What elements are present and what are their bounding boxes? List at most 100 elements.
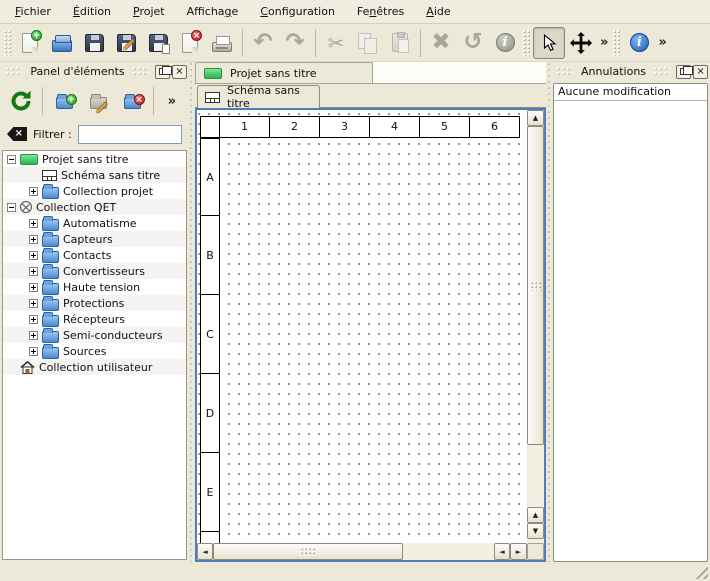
move-mode-button[interactable] xyxy=(565,27,597,59)
copy-button[interactable] xyxy=(352,27,384,59)
menu-configuration[interactable]: Configuration xyxy=(249,1,346,22)
dock-close-button[interactable]: × xyxy=(172,65,187,79)
paste-button[interactable] xyxy=(384,27,416,59)
select-mode-button[interactable] xyxy=(533,27,565,59)
menu-fichier[interactable]: Fichier xyxy=(4,1,62,22)
horizontal-scrollbar-thumb[interactable] xyxy=(213,543,403,560)
dock-float-button[interactable] xyxy=(676,65,691,79)
save-all-button[interactable] xyxy=(142,27,174,59)
tree-item-schema-sans-titre[interactable]: Schéma sans titre xyxy=(3,167,186,183)
open-document-button[interactable] xyxy=(46,27,78,59)
tree-item-recepteurs[interactable]: Récepteurs xyxy=(3,311,186,327)
save-as-button[interactable] xyxy=(110,27,142,59)
dock-splitter[interactable] xyxy=(546,62,553,562)
tree-item-projet-sans-titre[interactable]: Projet sans titre xyxy=(3,151,186,167)
tree-item-collection-projet[interactable]: Collection projet xyxy=(3,183,186,199)
diagram-grid-area[interactable]: 1 2 3 4 5 6 A B C D E xyxy=(197,110,527,543)
clear-filter-button[interactable]: × xyxy=(7,127,27,141)
undo-button[interactable]: ↶ xyxy=(247,27,279,59)
dock-splitter[interactable] xyxy=(188,62,195,562)
save-button[interactable] xyxy=(78,27,110,59)
tree-item-automatisme[interactable]: Automatisme xyxy=(3,215,186,231)
column-header: 6 xyxy=(470,117,519,137)
scroll-up-button[interactable]: ▲ xyxy=(527,507,544,523)
home-icon xyxy=(20,361,35,374)
toolbar-overflow-button[interactable]: » xyxy=(597,35,611,50)
delete-selection-button[interactable]: ✖ xyxy=(425,27,457,59)
toolbar-drag-handle[interactable] xyxy=(613,30,621,56)
expand-icon[interactable] xyxy=(29,283,38,292)
expand-icon[interactable] xyxy=(29,219,38,228)
rotate-selection-button[interactable]: ↺ xyxy=(457,27,489,59)
expand-icon[interactable] xyxy=(29,235,38,244)
tree-item-sources[interactable]: Sources xyxy=(3,343,186,359)
dock-close-button[interactable]: × xyxy=(693,65,708,79)
toolbar-drag-handle[interactable] xyxy=(523,30,531,56)
scroll-left-button[interactable]: ◄ xyxy=(494,543,510,560)
undo-history-list[interactable]: Aucune modification xyxy=(553,83,708,562)
expand-icon[interactable] xyxy=(29,315,38,324)
scroll-left-button[interactable]: ◄ xyxy=(197,543,213,560)
menu-fenetres[interactable]: Fenêtres xyxy=(346,1,415,22)
tree-item-haute-tension[interactable]: Haute tension xyxy=(3,279,186,295)
tree-item-protections[interactable]: Protections xyxy=(3,295,186,311)
tree-item-collection-utilisateur[interactable]: Collection utilisateur xyxy=(3,359,186,375)
tree-item-capteurs[interactable]: Capteurs xyxy=(3,231,186,247)
horizontal-scrollbar[interactable]: ◄ ◄ ► xyxy=(197,543,527,560)
row-header: B xyxy=(201,216,219,295)
collapse-icon[interactable] xyxy=(7,203,16,212)
panel-overflow-button[interactable]: » xyxy=(165,94,179,109)
tab-projet-sans-titre[interactable]: Projet sans titre xyxy=(195,62,373,83)
menu-affichage[interactable]: Affichage xyxy=(176,1,250,22)
vertical-scrollbar[interactable]: ▲ ▲ ▼ xyxy=(527,110,544,543)
window-resize-grip[interactable] xyxy=(694,565,708,579)
elements-panel-header[interactable]: Panel d'éléments × xyxy=(2,62,187,81)
new-folder-icon xyxy=(56,97,73,109)
tree-item-semi-conducteurs[interactable]: Semi-conducteurs xyxy=(3,327,186,343)
menu-aide[interactable]: Aide xyxy=(415,1,461,22)
selection-info-button[interactable]: i xyxy=(489,27,521,59)
collapse-icon[interactable] xyxy=(7,155,16,164)
scroll-right-button[interactable]: ► xyxy=(510,543,527,560)
undo-list-item[interactable]: Aucune modification xyxy=(554,84,707,101)
edit-category-button[interactable] xyxy=(81,85,115,117)
toolbar-overflow-button[interactable]: » xyxy=(655,35,669,50)
save-icon xyxy=(85,34,104,52)
about-qet-button[interactable]: i xyxy=(623,27,655,59)
left-arrow-icon: ◄ xyxy=(499,548,504,556)
expand-icon[interactable] xyxy=(29,267,38,276)
new-document-button[interactable] xyxy=(14,27,46,59)
menu-edition[interactable]: Édition xyxy=(62,1,122,22)
print-button[interactable] xyxy=(206,27,238,59)
expand-icon[interactable] xyxy=(29,251,38,260)
new-document-icon xyxy=(22,33,38,53)
undo-panel-header[interactable]: Annulations × xyxy=(553,62,708,81)
tree-item-contacts[interactable]: Contacts xyxy=(3,247,186,263)
tree-item-convertisseurs[interactable]: Convertisseurs xyxy=(3,263,186,279)
menu-projet[interactable]: Projet xyxy=(122,1,176,22)
expand-icon[interactable] xyxy=(29,187,38,196)
filter-input[interactable] xyxy=(78,125,182,144)
tree-item-collection-qet[interactable]: Collection QET xyxy=(3,199,186,215)
project-icon xyxy=(20,154,38,165)
expand-icon[interactable] xyxy=(29,299,38,308)
toolbar-drag-handle[interactable] xyxy=(4,30,12,56)
delete-category-button[interactable] xyxy=(115,85,149,117)
vertical-scrollbar-thumb[interactable] xyxy=(527,126,544,445)
expand-icon[interactable] xyxy=(29,331,38,340)
tab-schema-sans-titre[interactable]: Schéma sans titre xyxy=(197,85,320,108)
expand-icon[interactable] xyxy=(29,347,38,356)
new-category-button[interactable] xyxy=(47,85,81,117)
schema-canvas[interactable]: 1 2 3 4 5 6 A B C D E ▲ xyxy=(195,108,546,562)
redo-button[interactable]: ↷ xyxy=(279,27,311,59)
reload-collections-button[interactable] xyxy=(4,85,38,117)
cut-button[interactable]: ✂ xyxy=(320,27,352,59)
tree-item-label: Convertisseurs xyxy=(63,265,145,278)
elements-tree: Projet sans titre Schéma sans titre Coll… xyxy=(2,150,187,560)
scroll-up-button[interactable]: ▲ xyxy=(527,110,544,126)
close-document-button[interactable] xyxy=(174,27,206,59)
save-as-icon xyxy=(117,34,136,52)
cut-icon: ✂ xyxy=(328,33,345,53)
dock-float-button[interactable] xyxy=(155,65,170,79)
scroll-down-button[interactable]: ▼ xyxy=(527,523,544,539)
